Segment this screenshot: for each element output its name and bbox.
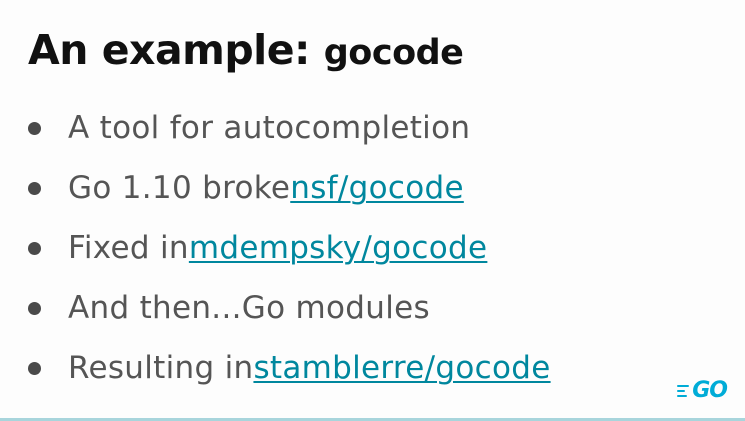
link-mdempsky-gocode[interactable]: mdempsky/gocode [189, 230, 488, 266]
bullet-list: A tool for autocompletion Go 1.10 broke … [26, 98, 726, 398]
bullet-dot-icon [28, 121, 41, 135]
bullet-dot-icon [28, 361, 41, 375]
bullet-item: A tool for autocompletion [26, 98, 726, 158]
bullet-item: And then...Go modules [26, 278, 726, 338]
bullet-dot-icon [28, 181, 41, 195]
bullet-dot-icon [28, 301, 41, 315]
bullet-item: Fixed in mdempsky/gocode [26, 218, 726, 278]
bullet-dot-icon [28, 241, 41, 255]
go-logo: GO [677, 378, 728, 403]
bullet-text: And then...Go modules [68, 290, 430, 326]
bullet-text: Go 1.10 broke [68, 170, 291, 206]
go-logo-speed-lines-icon [677, 384, 690, 397]
go-logo-text: GO [692, 378, 728, 403]
slide: An example: gocode A tool for autocomple… [0, 0, 745, 421]
bullet-item: Go 1.10 broke nsf/gocode [26, 158, 726, 218]
bullet-item: Resulting in stamblerre/gocode [26, 338, 726, 398]
slide-title-main: An example: [28, 26, 324, 74]
bullet-text: Fixed in [68, 230, 189, 266]
slide-title: An example: gocode [28, 30, 464, 73]
bullet-text: Resulting in [68, 350, 254, 386]
link-stamblerre-gocode[interactable]: stamblerre/gocode [253, 350, 550, 386]
slide-title-code: gocode [323, 33, 464, 73]
link-nsf-gocode[interactable]: nsf/gocode [290, 170, 464, 206]
bullet-text: A tool for autocompletion [68, 110, 471, 146]
